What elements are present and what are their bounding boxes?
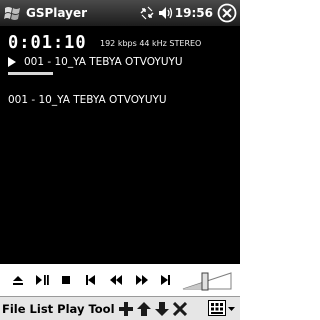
move-down-icon[interactable] [153, 299, 171, 319]
elapsed-time: 0:01:10 [8, 32, 87, 54]
speaker-icon[interactable] [156, 0, 174, 26]
connectivity-icon[interactable] [138, 0, 156, 26]
play-pause-icon[interactable] [34, 272, 50, 288]
rewind-icon[interactable] [108, 272, 124, 288]
windows-flag-icon[interactable] [0, 0, 26, 26]
menu-play[interactable]: Play [55, 302, 86, 316]
stop-icon[interactable] [58, 272, 74, 288]
move-up-icon[interactable] [135, 299, 153, 319]
playlist: 001 - 10_YA TEBYA OTVOYUYU [8, 94, 167, 106]
play-icon [8, 56, 18, 68]
app-title: GSPlayer [26, 6, 88, 20]
menu-file[interactable]: File [0, 302, 28, 316]
eject-icon[interactable] [10, 272, 26, 288]
keyboard-icon[interactable] [207, 299, 237, 319]
previous-track-icon[interactable] [82, 272, 98, 288]
menu-tool[interactable]: Tool [86, 302, 116, 316]
clock[interactable]: 19:56 [175, 6, 213, 20]
seek-bar[interactable] [8, 72, 53, 75]
volume-slider[interactable] [181, 270, 235, 292]
now-playing: 001 - 10_YA TEBYA OTVOYUYU [8, 56, 183, 68]
menu-bar: File List Play Tool [0, 296, 240, 320]
close-icon[interactable] [216, 2, 238, 24]
system-tray: 19:56 [138, 0, 240, 26]
stream-info: 192 kbps 44 kHz STEREO [100, 39, 202, 48]
playlist-item[interactable]: 001 - 10_YA TEBYA OTVOYUYU [8, 94, 167, 106]
next-track-icon[interactable] [158, 272, 174, 288]
menu-list[interactable]: List [28, 302, 56, 316]
delete-icon[interactable] [171, 299, 189, 319]
fast-forward-icon[interactable] [134, 272, 150, 288]
player-display: 0:01:10 192 kbps 44 kHz STEREO 001 - 10_… [0, 26, 240, 264]
add-icon[interactable] [117, 299, 135, 319]
title-bar: GSPlayer 19:56 [0, 0, 240, 26]
current-track-title: 001 - 10_YA TEBYA OTVOYUYU [24, 56, 183, 68]
transport-controls [0, 264, 240, 296]
